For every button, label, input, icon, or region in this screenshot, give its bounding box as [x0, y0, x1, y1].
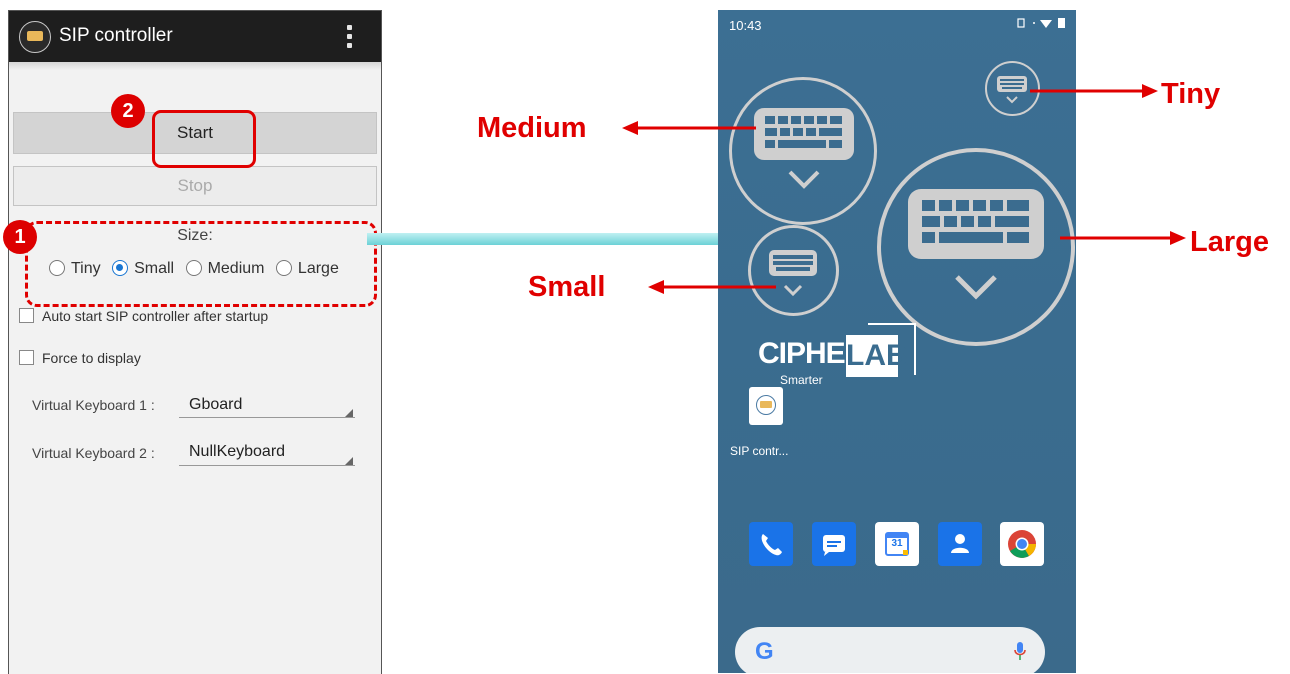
arrow-medium-head [622, 121, 638, 135]
arrow-small-head [648, 280, 664, 294]
annotation-arrows [622, 84, 1186, 294]
arrow-tiny-head [1142, 84, 1158, 98]
arrow-large-head [1170, 231, 1186, 245]
